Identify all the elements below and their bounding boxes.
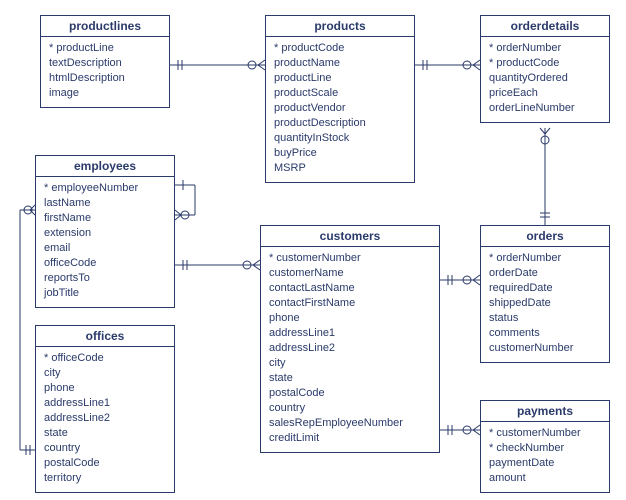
entity-attribute: * customerNumber xyxy=(269,251,431,266)
entity-attribute: reportsTo xyxy=(44,271,166,286)
entity-attribute: status xyxy=(489,311,601,326)
entity-attribute: * employeeNumber xyxy=(44,181,166,196)
entity-attribute: buyPrice xyxy=(274,146,406,161)
entity-body: * employeeNumberlastNamefirstNameextensi… xyxy=(36,177,174,307)
entity-title: customers xyxy=(261,226,439,247)
entity-attribute: addressLine2 xyxy=(269,341,431,356)
entity-body: * productLinetextDescriptionhtmlDescript… xyxy=(41,37,169,107)
entity-attribute: * officeCode xyxy=(44,351,166,366)
entity-body: * officeCodecityphoneaddressLine1address… xyxy=(36,347,174,492)
entity-attribute: territory xyxy=(44,471,166,486)
entity-attribute: htmlDescription xyxy=(49,71,161,86)
entity-attribute: firstName xyxy=(44,211,166,226)
entity-title: orderdetails xyxy=(481,16,609,37)
entity-attribute: * customerNumber xyxy=(489,426,601,441)
entity-orderdetails: orderdetails * orderNumber* productCodeq… xyxy=(480,15,610,123)
entity-attribute: phone xyxy=(269,311,431,326)
entity-attribute: country xyxy=(269,401,431,416)
entity-attribute: phone xyxy=(44,381,166,396)
entity-attribute: productLine xyxy=(274,71,406,86)
entity-attribute: addressLine2 xyxy=(44,411,166,426)
entity-attribute: * orderNumber xyxy=(489,41,601,56)
entity-attribute: jobTitle xyxy=(44,286,166,301)
entity-attribute: customerNumber xyxy=(489,341,601,356)
entity-products: products * productCodeproductNameproduct… xyxy=(265,15,415,183)
entity-attribute: MSRP xyxy=(274,161,406,176)
entity-attribute: priceEach xyxy=(489,86,601,101)
entity-orders: orders * orderNumberorderDaterequiredDat… xyxy=(480,225,610,363)
entity-attribute: extension xyxy=(44,226,166,241)
entity-attribute: * productCode xyxy=(489,56,601,71)
entity-attribute: paymentDate xyxy=(489,456,601,471)
entity-attribute: shippedDate xyxy=(489,296,601,311)
entity-attribute: * checkNumber xyxy=(489,441,601,456)
entity-body: * orderNumber* productCodequantityOrdere… xyxy=(481,37,609,122)
entity-attribute: image xyxy=(49,86,161,101)
entity-body: * customerNumbercustomerNamecontactLastN… xyxy=(261,247,439,452)
entity-attribute: * orderNumber xyxy=(489,251,601,266)
entity-attribute: state xyxy=(269,371,431,386)
entity-attribute: contactFirstName xyxy=(269,296,431,311)
entity-body: * productCodeproductNameproductLineprodu… xyxy=(266,37,414,182)
entity-title: employees xyxy=(36,156,174,177)
entity-title: payments xyxy=(481,401,609,422)
entity-title: orders xyxy=(481,226,609,247)
entity-attribute: quantityOrdered xyxy=(489,71,601,86)
entity-title: products xyxy=(266,16,414,37)
entity-attribute: addressLine1 xyxy=(269,326,431,341)
entity-attribute: lastName xyxy=(44,196,166,211)
entity-attribute: salesRepEmployeeNumber xyxy=(269,416,431,431)
entity-attribute: * productLine xyxy=(49,41,161,56)
entity-attribute: country xyxy=(44,441,166,456)
entity-attribute: officeCode xyxy=(44,256,166,271)
entity-attribute: textDescription xyxy=(49,56,161,71)
entity-offices: offices * officeCodecityphoneaddressLine… xyxy=(35,325,175,493)
entity-attribute: contactLastName xyxy=(269,281,431,296)
entity-attribute: productScale xyxy=(274,86,406,101)
entity-attribute: orderLineNumber xyxy=(489,101,601,116)
entity-attribute: postalCode xyxy=(269,386,431,401)
entity-attribute: postalCode xyxy=(44,456,166,471)
entity-attribute: quantityInStock xyxy=(274,131,406,146)
entity-attribute: city xyxy=(44,366,166,381)
entity-attribute: * productCode xyxy=(274,41,406,56)
entity-title: productlines xyxy=(41,16,169,37)
entity-title: offices xyxy=(36,326,174,347)
entity-customers: customers * customerNumbercustomerNameco… xyxy=(260,225,440,453)
entity-attribute: productVendor xyxy=(274,101,406,116)
entity-body: * orderNumberorderDaterequiredDateshippe… xyxy=(481,247,609,362)
entity-attribute: comments xyxy=(489,326,601,341)
entity-payments: payments * customerNumber* checkNumberpa… xyxy=(480,400,610,493)
entity-attribute: productDescription xyxy=(274,116,406,131)
entity-attribute: creditLimit xyxy=(269,431,431,446)
entity-body: * customerNumber* checkNumberpaymentDate… xyxy=(481,422,609,492)
entity-attribute: orderDate xyxy=(489,266,601,281)
entity-attribute: requiredDate xyxy=(489,281,601,296)
entity-attribute: city xyxy=(269,356,431,371)
entity-attribute: customerName xyxy=(269,266,431,281)
entity-attribute: productName xyxy=(274,56,406,71)
entity-employees: employees * employeeNumberlastNamefirstN… xyxy=(35,155,175,308)
entity-attribute: amount xyxy=(489,471,601,486)
entity-attribute: state xyxy=(44,426,166,441)
entity-attribute: addressLine1 xyxy=(44,396,166,411)
entity-attribute: email xyxy=(44,241,166,256)
entity-productlines: productlines * productLinetextDescriptio… xyxy=(40,15,170,108)
